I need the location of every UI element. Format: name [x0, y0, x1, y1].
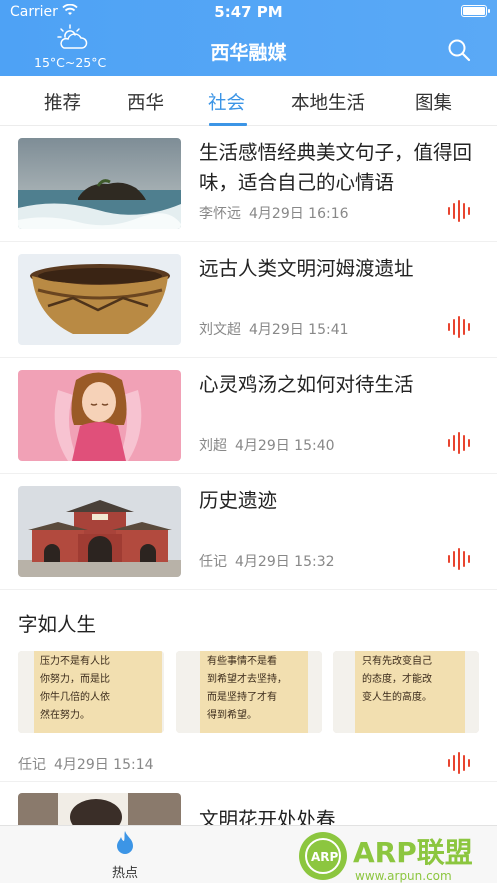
news-meta: 李怀远 4月29日 16:16	[199, 203, 349, 223]
audio-wave-icon[interactable]	[447, 316, 473, 338]
news-author: 任记	[18, 757, 46, 773]
news-author: 刘文超	[199, 322, 241, 338]
news-date: 4月29日 16:16	[249, 206, 349, 222]
category-tabs: 推荐 西华 社会 本地生活 图集	[0, 76, 497, 126]
nav-hot-label: 热点	[111, 866, 138, 881]
battery-fill	[463, 7, 485, 15]
news-meta: 刘文超 4月29日 15:41	[199, 319, 349, 339]
seaside-rock-image	[18, 138, 181, 229]
watermark-logo: ARP ARP联盟 www.arpun.com	[297, 826, 497, 883]
news-meta: 刘超 4月29日 15:40	[199, 435, 335, 455]
temple-gate-image	[18, 486, 181, 577]
calligraphy-line: 而是坚持了才有	[207, 690, 277, 703]
status-bar: Carrier 5:47 PM	[0, 0, 497, 24]
nav-hot[interactable]: 热点	[100, 830, 150, 881]
news-item[interactable]: 远古人类文明河姆渡遗址 刘文超 4月29日 15:41	[0, 242, 497, 358]
news-item[interactable]: 心灵鸡汤之如何对待生活 刘超 4月29日 15:40	[0, 358, 497, 474]
news-title: 文明花开处处春	[199, 808, 336, 825]
calligraphy-line: 压力不是有人比	[40, 654, 110, 667]
tab-xihua[interactable]: 西华	[127, 89, 164, 115]
news-date: 4月29日 15:14	[54, 757, 154, 773]
news-author: 刘超	[199, 438, 227, 454]
audio-wave-icon[interactable]	[447, 548, 473, 570]
calligraphy-line: 你牛几倍的人依	[40, 690, 110, 703]
news-item[interactable]: 历史遗迹 任记 4月29日 15:32	[0, 474, 497, 590]
ancient-pottery-image	[18, 254, 181, 345]
news-meta: 任记 4月29日 15:32	[199, 551, 335, 571]
tab-gallery[interactable]: 图集	[415, 89, 452, 115]
watermark-text: ARP联盟	[353, 836, 473, 869]
audio-wave-icon[interactable]	[447, 752, 473, 774]
calligraphy-image[interactable]: 压力不是有人比 你努力，而是比 你牛几倍的人依 然在努力。	[18, 651, 164, 733]
news-date: 4月29日 15:32	[235, 554, 335, 570]
calligraphy-line: 只有先改变自己	[362, 654, 432, 667]
watermark-url: www.arpun.com	[355, 869, 452, 883]
audio-wave-icon[interactable]	[447, 432, 473, 454]
search-icon[interactable]	[447, 38, 471, 62]
battery-icon	[461, 5, 490, 17]
calligraphy-line: 的态度，才能改	[362, 672, 432, 685]
calligraphy-image[interactable]: 有些事情不是看 到希望才去坚持， 而是坚持了才有 得到希望。	[176, 651, 322, 733]
news-title: 心灵鸡汤之如何对待生活	[199, 373, 414, 396]
tab-local-life[interactable]: 本地生活	[291, 89, 365, 115]
news-item[interactable]: 文明花开处处春	[0, 783, 497, 825]
gallery-news-item[interactable]: 字如人生 压力不是有人比 你努力，而是比 你牛几倍的人依 然在努力。 有些事情不…	[0, 590, 497, 782]
app-header: Carrier 5:47 PM 15°C~25°C 西华融媒	[0, 0, 497, 76]
news-item[interactable]: 生活感悟经典美文句子，值得回味，适合自己的心情语 李怀远 4月29日 16:16	[0, 126, 497, 242]
news-author: 李怀远	[199, 206, 241, 222]
news-title: 生活感悟经典美文句子，值得回味，适合自己的心情语	[199, 141, 473, 194]
status-time: 5:47 PM	[214, 3, 283, 21]
gallery-title: 字如人生	[18, 613, 97, 636]
meditation-girl-image	[18, 370, 181, 461]
app-title: 西华融媒	[210, 42, 287, 64]
bottom-navigation: 热点 ARP ARP联盟 www.arpun.com	[0, 825, 497, 883]
news-title: 历史遗迹	[199, 489, 278, 512]
news-meta: 任记 4月29日 15:14	[18, 754, 154, 774]
audio-wave-icon[interactable]	[447, 200, 473, 222]
calligraphy-line: 得到希望。	[207, 708, 257, 721]
calligraphy-line: 有些事情不是看	[207, 654, 277, 667]
news-title: 远古人类文明河姆渡遗址	[199, 257, 414, 280]
news-date: 4月29日 15:40	[235, 438, 335, 454]
tab-society[interactable]: 社会	[208, 89, 245, 115]
flame-icon	[117, 831, 133, 854]
news-date: 4月29日 15:41	[249, 322, 349, 338]
tab-recommend[interactable]: 推荐	[44, 89, 81, 115]
svg-text:ARP: ARP	[311, 850, 339, 864]
calligraphy-line: 到希望才去坚持，	[207, 672, 287, 685]
calligraphy-line: 然在努力。	[40, 708, 90, 721]
news-thumbnail	[18, 793, 181, 825]
calligraphy-line: 变人生的高度。	[362, 690, 432, 703]
calligraphy-line: 你努力，而是比	[40, 672, 110, 685]
news-author: 任记	[199, 554, 227, 570]
calligraphy-image[interactable]: 只有先改变自己 的态度，才能改 变人生的高度。	[333, 651, 479, 733]
